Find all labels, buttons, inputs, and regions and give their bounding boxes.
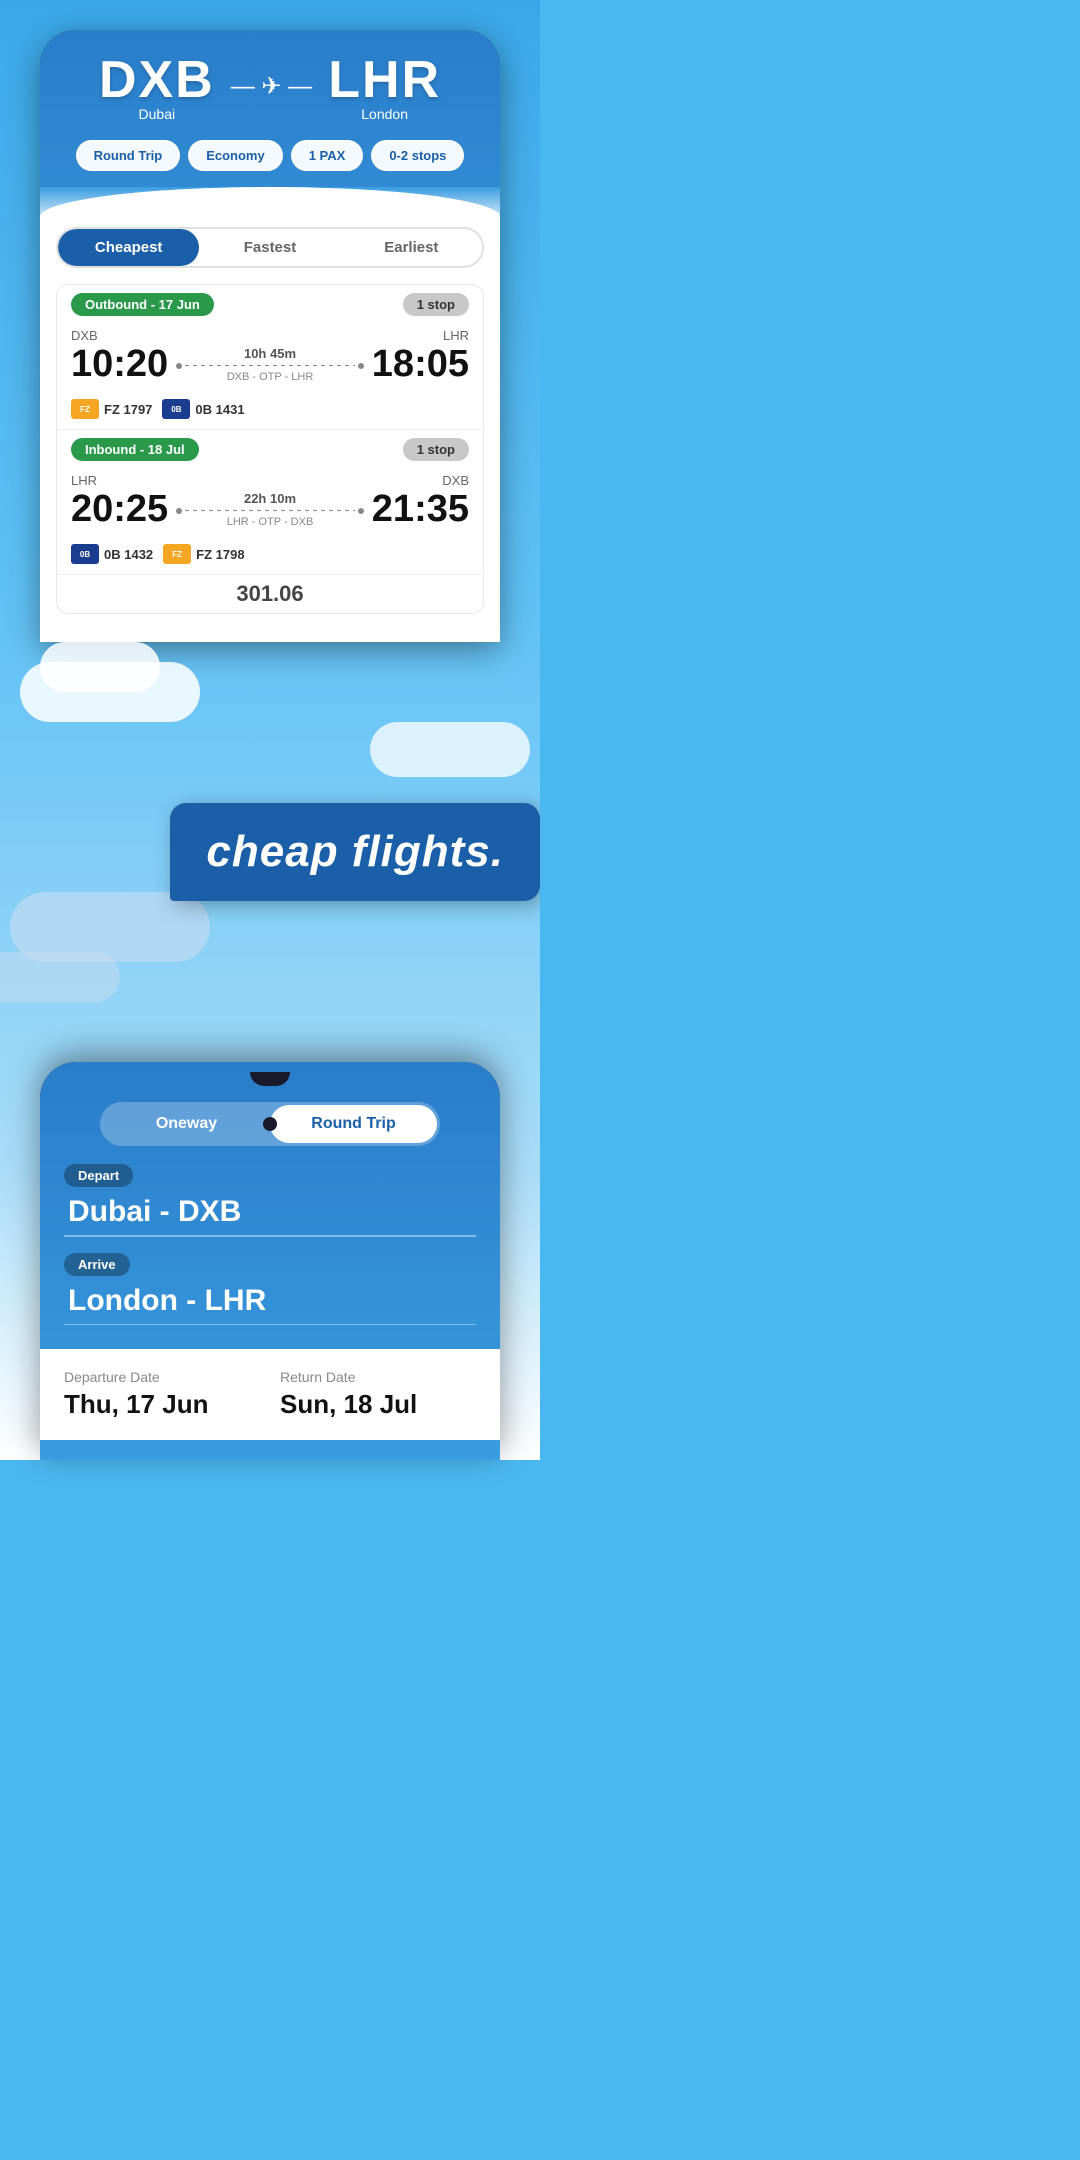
arrive-divider bbox=[64, 1324, 476, 1326]
departure-date-label: Departure Date bbox=[64, 1369, 260, 1385]
inbound-airports-row: LHR DXB bbox=[71, 473, 469, 488]
pax-pill[interactable]: 1 PAX bbox=[291, 140, 364, 171]
departure-date-value: Thu, 17 Jun bbox=[64, 1389, 260, 1420]
price-value: 301.06 bbox=[236, 581, 303, 606]
blueair-logo: 0B bbox=[162, 399, 190, 419]
inbound-to-code: DXB bbox=[442, 473, 469, 488]
flight-card[interactable]: Outbound - 17 Jun 1 stop DXB LHR 10:20 bbox=[56, 284, 484, 614]
dest-code: LHR bbox=[328, 50, 441, 110]
arrive-label: Arrive bbox=[64, 1253, 130, 1276]
tab-earliest[interactable]: Earliest bbox=[341, 229, 482, 266]
search-form: Depart Dubai - DXB Arrive London - LHR bbox=[40, 1156, 500, 1349]
cheap-flights-text: cheap flights. bbox=[206, 827, 504, 877]
outbound-route-info: 10h 45m DXB - OTP - LHR bbox=[176, 346, 364, 383]
outbound-to-code: LHR bbox=[443, 328, 469, 343]
phone-notch bbox=[250, 1072, 290, 1086]
outbound-label: Outbound - 17 Jun bbox=[71, 293, 214, 316]
price-hint: 301.06 bbox=[57, 574, 483, 613]
phone-bottom-wrapper: Oneway Round Trip Depart Dubai - DXB Arr… bbox=[0, 1062, 540, 1460]
outbound-arrive-time: 18:05 bbox=[372, 345, 469, 383]
outbound-stop-badge: 1 stop bbox=[403, 293, 469, 316]
toggle-indicator bbox=[263, 1117, 277, 1131]
inbound-arrive-time: 21:35 bbox=[372, 490, 469, 528]
inbound-route-info: 22h 10m LHR - OTP - DXB bbox=[176, 491, 364, 528]
inbound-duration: 22h 10m bbox=[176, 491, 364, 506]
return-date-col[interactable]: Return Date Sun, 18 Jul bbox=[280, 1369, 476, 1420]
dates-section: Departure Date Thu, 17 Jun Return Date S… bbox=[40, 1349, 500, 1440]
inbound-times-row: 20:25 22h 10m LHR - OTP - DXB bbox=[71, 490, 469, 528]
inbound-from-code: LHR bbox=[71, 473, 97, 488]
filter-pills: Round Trip Economy 1 PAX 0-2 stops bbox=[40, 132, 500, 187]
outbound-airlines-row: FZ FZ 1797 0B 0B 1431 bbox=[57, 393, 483, 429]
outbound-airline2: 0B 0B 1431 bbox=[162, 399, 244, 419]
outbound-route-line bbox=[176, 363, 364, 369]
tab-fastest[interactable]: Fastest bbox=[199, 229, 340, 266]
origin-code: DXB bbox=[99, 50, 215, 110]
flight-route-header: DXB Dubai — ✈ — LHR London bbox=[40, 30, 500, 132]
cheap-flights-banner: cheap flights. bbox=[170, 803, 540, 901]
flydubai-logo: FZ bbox=[71, 399, 99, 419]
outbound-header: Outbound - 17 Jun 1 stop bbox=[57, 285, 483, 324]
flydubai-logo2: FZ bbox=[163, 544, 191, 564]
depart-divider bbox=[64, 1235, 476, 1237]
sort-tab-bar: Cheapest Fastest Earliest bbox=[56, 227, 484, 268]
inbound-airlines-row: 0B 0B 1432 FZ FZ 1798 bbox=[57, 538, 483, 574]
inbound-route-airports: LHR - OTP - DXB bbox=[176, 516, 364, 528]
outbound-airline1: FZ FZ 1797 bbox=[71, 399, 152, 419]
toggle-oneway[interactable]: Oneway bbox=[103, 1105, 270, 1143]
stops-pill[interactable]: 0-2 stops bbox=[371, 140, 464, 171]
departure-date-col[interactable]: Departure Date Thu, 17 Jun bbox=[64, 1369, 260, 1420]
blueair-logo2: 0B bbox=[71, 544, 99, 564]
depart-label: Depart bbox=[64, 1164, 133, 1187]
phone-top-mockup: DXB Dubai — ✈ — LHR London Round Trip Ec… bbox=[40, 30, 500, 642]
flight-arrow-icon: — ✈ — bbox=[231, 72, 312, 101]
depart-value[interactable]: Dubai - DXB bbox=[64, 1195, 476, 1229]
inbound-flight1-code: 0B 1432 bbox=[104, 547, 153, 562]
return-date-label: Return Date bbox=[280, 1369, 476, 1385]
phone-bottom-mockup: Oneway Round Trip Depart Dubai - DXB Arr… bbox=[40, 1062, 500, 1460]
outbound-flight1-code: FZ 1797 bbox=[104, 402, 152, 417]
inbound-airline1: 0B 0B 1432 bbox=[71, 544, 153, 564]
inbound-airline2: FZ FZ 1798 bbox=[163, 544, 244, 564]
trip-type-toggle[interactable]: Oneway Round Trip bbox=[100, 1102, 440, 1146]
toggle-roundtrip[interactable]: Round Trip bbox=[270, 1105, 437, 1143]
outbound-duration: 10h 45m bbox=[176, 346, 364, 361]
inbound-stop-badge: 1 stop bbox=[403, 438, 469, 461]
outbound-times-row: 10:20 10h 45m DXB - OTP - LHR bbox=[71, 345, 469, 383]
outbound-flight-row: DXB LHR 10:20 10h 45m bbox=[57, 324, 483, 393]
arrive-value[interactable]: London - LHR bbox=[64, 1284, 476, 1318]
tab-cheapest[interactable]: Cheapest bbox=[58, 229, 199, 266]
inbound-header: Inbound - 18 Jul 1 stop bbox=[57, 429, 483, 469]
phone-notch-area bbox=[40, 1062, 500, 1092]
outbound-flight2-code: 0B 1431 bbox=[195, 402, 244, 417]
inbound-flight2-code: FZ 1798 bbox=[196, 547, 244, 562]
trip-type-pill[interactable]: Round Trip bbox=[76, 140, 181, 171]
outbound-from-code: DXB bbox=[71, 328, 98, 343]
outbound-airports-row: DXB LHR bbox=[71, 328, 469, 343]
inbound-label: Inbound - 18 Jul bbox=[71, 438, 199, 461]
outbound-depart-time: 10:20 bbox=[71, 345, 168, 383]
inbound-depart-time: 20:25 bbox=[71, 490, 168, 528]
inbound-flight-row: LHR DXB 20:25 22h 10m bbox=[57, 469, 483, 538]
outbound-route-airports: DXB - OTP - LHR bbox=[176, 371, 364, 383]
return-date-value: Sun, 18 Jul bbox=[280, 1389, 476, 1420]
inbound-route-line bbox=[176, 508, 364, 514]
date-row: Departure Date Thu, 17 Jun Return Date S… bbox=[64, 1369, 476, 1420]
cabin-pill[interactable]: Economy bbox=[188, 140, 283, 171]
